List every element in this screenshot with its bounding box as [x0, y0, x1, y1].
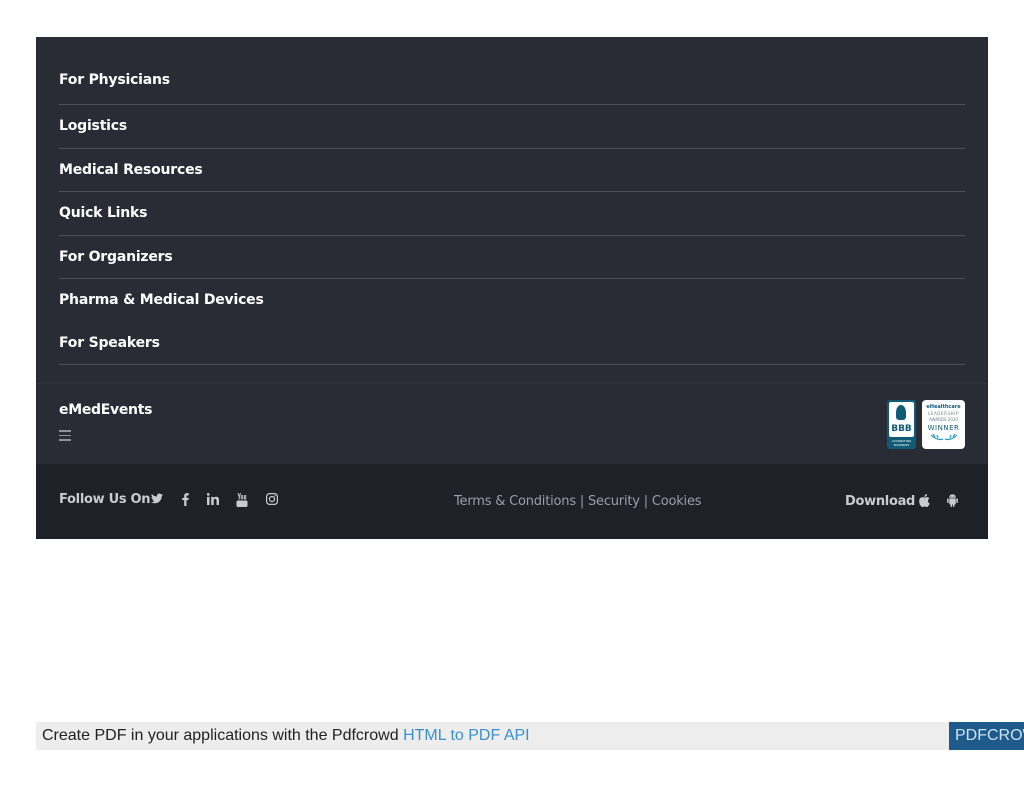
footer-bottom-bar: Follow Us On Terms & Conditions | Securi… — [36, 464, 988, 539]
nav-item-logistics[interactable]: Logistics — [59, 105, 965, 148]
award-line-3: AWARDS 2020 — [929, 417, 958, 422]
terms-link[interactable]: Terms & Conditions — [454, 494, 576, 509]
twitter-icon[interactable] — [150, 493, 164, 509]
download-label: Download — [845, 494, 916, 509]
link-separator: | — [579, 494, 585, 509]
nav-item-quick-links[interactable]: Quick Links — [59, 192, 965, 235]
hamburger-icon[interactable] — [59, 430, 71, 442]
footer-nav: For Physicians Logistics Medical Resourc… — [59, 37, 965, 365]
pdfcrowd-button[interactable]: PDFCROWD — [949, 722, 1024, 750]
pdfcrowd-text: Create PDF in your applications with the… — [42, 727, 399, 744]
award-line-1: eHealthcare — [926, 404, 961, 410]
pdfcrowd-bar: Create PDF in your applications with the… — [36, 722, 949, 750]
brand-area: eMedEvents BBB ACCREDITED BUSINESS eHeal… — [36, 383, 988, 463]
award-line-2: LEADERSHIP — [927, 411, 960, 416]
pdfcrowd-message: Create PDF in your applications with the… — [42, 727, 530, 745]
follow-us-label: Follow Us On — [59, 492, 151, 507]
android-icon[interactable] — [947, 494, 961, 510]
linkedin-icon[interactable] — [206, 493, 220, 509]
bbb-accredited-badge[interactable]: BBB ACCREDITED BUSINESS — [887, 400, 916, 449]
pdfcrowd-button-label: PDFCROWD — [955, 727, 1024, 744]
pdfcrowd-api-link[interactable]: HTML to PDF API — [403, 727, 530, 744]
bbb-subtext: ACCREDITED BUSINESS — [891, 439, 912, 447]
laurel-icon — [930, 433, 957, 441]
nav-item-pharma-medical-devices[interactable]: Pharma & Medical Devices — [59, 279, 965, 322]
bbb-text: BBB — [891, 424, 912, 434]
youtube-icon[interactable] — [235, 493, 249, 509]
page: For Physicians Logistics Medical Resourc… — [0, 0, 1024, 791]
nav-item-for-organizers[interactable]: For Organizers — [59, 236, 965, 279]
security-link[interactable]: Security — [588, 494, 640, 509]
bbb-torch-icon — [896, 405, 906, 420]
instagram-icon[interactable] — [265, 493, 279, 509]
brand-name[interactable]: eMedEvents — [59, 402, 152, 418]
award-line-4: WINNER — [927, 424, 960, 432]
nav-item-for-speakers[interactable]: For Speakers — [59, 322, 965, 365]
legal-links: Terms & Conditions | Security | Cookies — [454, 494, 702, 509]
nav-item-for-physicians[interactable]: For Physicians — [59, 37, 965, 104]
link-separator: | — [643, 494, 648, 509]
site-footer: For Physicians Logistics Medical Resourc… — [36, 37, 988, 539]
apple-icon[interactable] — [919, 494, 933, 510]
facebook-icon[interactable] — [180, 493, 190, 509]
cookies-link[interactable]: Cookies — [652, 494, 702, 509]
ehealthcare-award-badge[interactable]: eHealthcare LEADERSHIP AWARDS 2020 WINNE… — [922, 400, 965, 449]
nav-item-medical-resources[interactable]: Medical Resources — [59, 149, 965, 192]
divider — [59, 364, 965, 365]
